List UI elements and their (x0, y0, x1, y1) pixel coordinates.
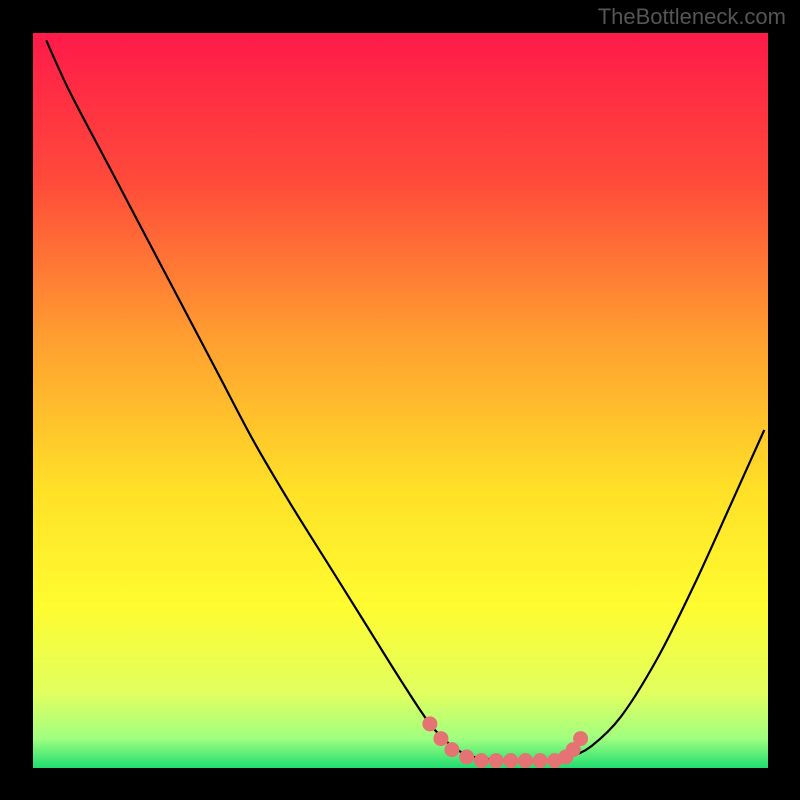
data-marker (444, 742, 459, 757)
data-marker (533, 753, 548, 768)
data-marker (503, 753, 518, 768)
chart-container: TheBottleneck.com (0, 0, 800, 800)
data-marker (433, 731, 448, 746)
data-marker (573, 731, 588, 746)
data-marker (422, 716, 437, 731)
chart-svg (33, 33, 768, 768)
plot-area (33, 33, 768, 768)
data-marker (518, 753, 533, 768)
data-marker (474, 753, 489, 768)
data-marker (489, 753, 504, 768)
data-marker (459, 749, 474, 764)
watermark-text: TheBottleneck.com (598, 4, 786, 30)
